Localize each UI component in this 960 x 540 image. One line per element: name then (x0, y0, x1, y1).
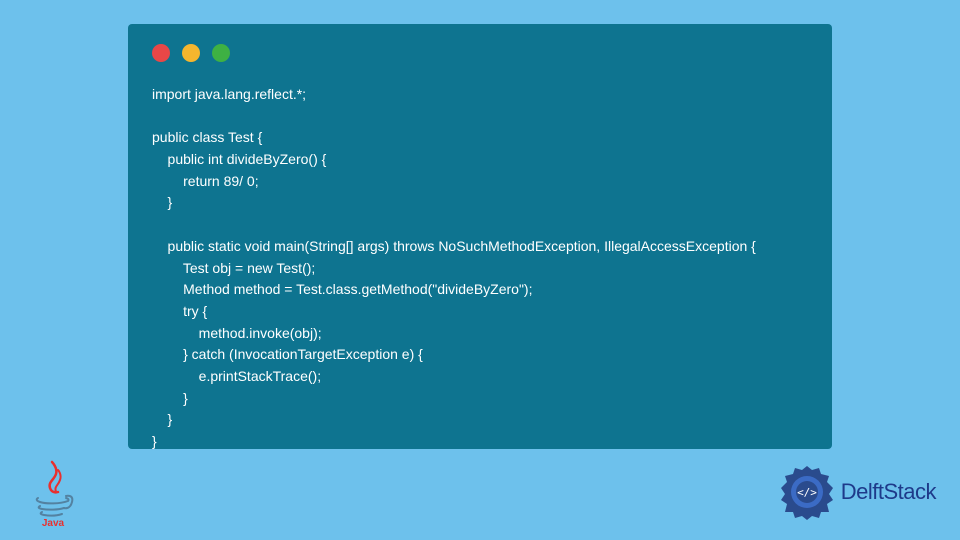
delftstack-label: DelftStack (841, 479, 936, 505)
delftstack-logo: </> DelftStack (779, 464, 936, 520)
java-logo-icon: Java (28, 456, 78, 526)
close-icon[interactable] (152, 44, 170, 62)
svg-text:</>: </> (797, 486, 817, 499)
delftstack-gear-icon: </> (779, 464, 835, 520)
code-window: import java.lang.reflect.*; public class… (128, 24, 832, 449)
maximize-icon[interactable] (212, 44, 230, 62)
minimize-icon[interactable] (182, 44, 200, 62)
svg-text:Java: Java (42, 518, 65, 526)
code-block: import java.lang.reflect.*; public class… (152, 84, 808, 453)
window-controls (152, 44, 808, 62)
